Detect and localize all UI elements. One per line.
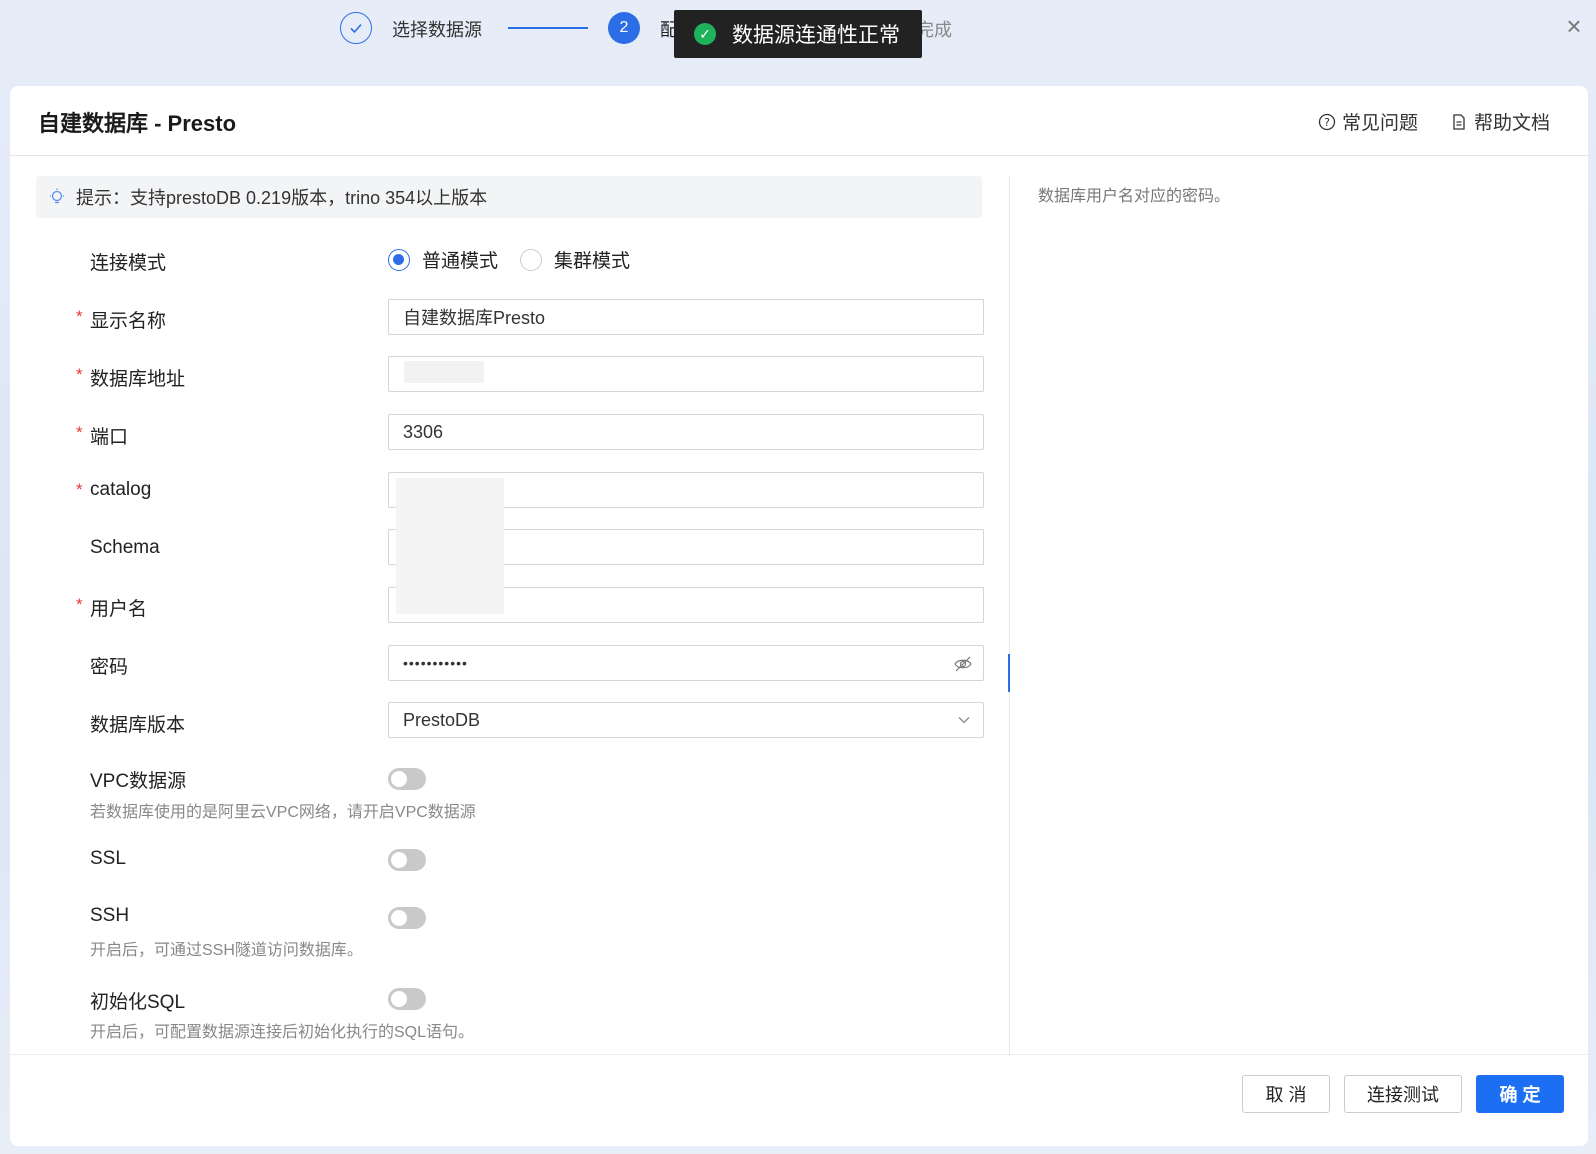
required-mark: * [76,365,83,384]
required-mark: * [76,480,83,499]
tip-banner: 提示：支持prestoDB 0.219版本，trino 354以上版本 [36,176,982,218]
username-label: * 用户名 [76,594,148,621]
help-doc-label: 帮助文档 [1474,113,1551,134]
field-help-text: 数据库用户名对应的密码。 [1038,188,1231,205]
help-doc-link[interactable]: 帮助文档 [1450,108,1550,135]
vpc-hint: 若数据库使用的是阿里云VPC网络，请开启VPC数据源 [90,804,476,821]
toast-message: 数据源连通性正常 [732,24,900,47]
init-sql-toggle[interactable] [388,988,426,1010]
db-address-label: * 数据库地址 [76,364,186,391]
dialog-footer: 取 消 连接测试 确 定 [10,1054,1588,1146]
init-sql-label: 初始化SQL [90,992,186,1013]
init-sql-hint: 开启后，可配置数据源连接后初始化执行的SQL语句。 [90,1024,475,1041]
success-toast: ✓ 数据源连通性正常 [674,10,922,58]
focus-indicator [1008,654,1010,692]
required-mark: * [76,423,83,442]
vertical-divider [1009,176,1010,1056]
vpc-toggle[interactable] [388,768,426,790]
cancel-button[interactable]: 取 消 [1242,1075,1330,1113]
port-label-text: 端口 [90,427,129,448]
close-icon[interactable]: × [1562,13,1586,39]
catalog-label: * catalog [76,479,152,501]
connection-mode-label: 连接模式 [90,253,167,274]
faq-label: 常见问题 [1342,113,1419,134]
document-icon [1453,113,1465,130]
ssl-label: SSL [90,848,126,869]
chevron-down-icon [958,717,970,724]
required-mark: * [76,595,83,614]
vpc-label: VPC数据源 [90,771,187,792]
eye-hidden-icon[interactable] [953,654,973,674]
radio-normal-mode-label[interactable]: 普通模式 [422,246,498,273]
step-2-number: 2 [608,12,640,44]
ssl-toggle[interactable] [388,849,426,871]
radio-cluster-mode[interactable] [520,248,543,271]
lightbulb-icon [50,188,64,204]
connection-mode-radios: 普通模式 集群模式 [388,246,652,273]
password-input[interactable]: ••••••••••• [388,645,984,681]
faq-link[interactable]: ? 常见问题 [1318,108,1418,135]
db-version-value: PrestoDB [403,709,481,730]
catalog-label-text: catalog [90,479,152,500]
display-name-label-text: 显示名称 [90,311,167,332]
port-input[interactable]: 3306 [388,414,984,450]
required-mark: * [76,307,83,326]
db-version-select[interactable]: PrestoDB [388,702,984,738]
confirm-button[interactable]: 确 定 [1476,1075,1564,1113]
ssh-toggle[interactable] [388,907,426,929]
username-label-text: 用户名 [90,599,148,620]
test-connection-button[interactable]: 连接测试 [1344,1075,1462,1113]
tip-text: 提示：支持prestoDB 0.219版本，trino 354以上版本 [76,188,488,208]
ssh-label: SSH [90,905,130,926]
password-label: 密码 [90,657,129,678]
display-name-input[interactable]: 自建数据库Presto [388,299,984,335]
step-connector [508,27,588,29]
redacted-value [404,361,484,383]
page-title: 自建数据库 - Presto [38,111,237,136]
port-label: * 端口 [76,422,129,449]
redacted-values [396,478,504,614]
schema-label: Schema [90,537,160,558]
panel-header: 自建数据库 - Presto ? 常见问题 帮助文档 [10,86,1588,156]
ssh-hint: 开启后，可通过SSH隧道访问数据库。 [90,942,363,959]
success-check-icon: ✓ [694,23,716,45]
radio-cluster-mode-label[interactable]: 集群模式 [554,246,630,273]
display-name-label: * 显示名称 [76,306,167,333]
svg-text:?: ? [1324,116,1330,129]
question-icon: ? [1318,113,1336,130]
db-address-label-text: 数据库地址 [90,369,186,390]
config-panel: 自建数据库 - Presto ? 常见问题 帮助文档 提示：支持prestoDB… [10,86,1588,1146]
radio-normal-mode[interactable] [388,248,410,271]
db-version-label: 数据库版本 [90,715,186,736]
step-done-check-icon [340,12,372,44]
step-1-label: 选择数据源 [392,20,482,40]
password-value: ••••••••••• [403,655,468,671]
